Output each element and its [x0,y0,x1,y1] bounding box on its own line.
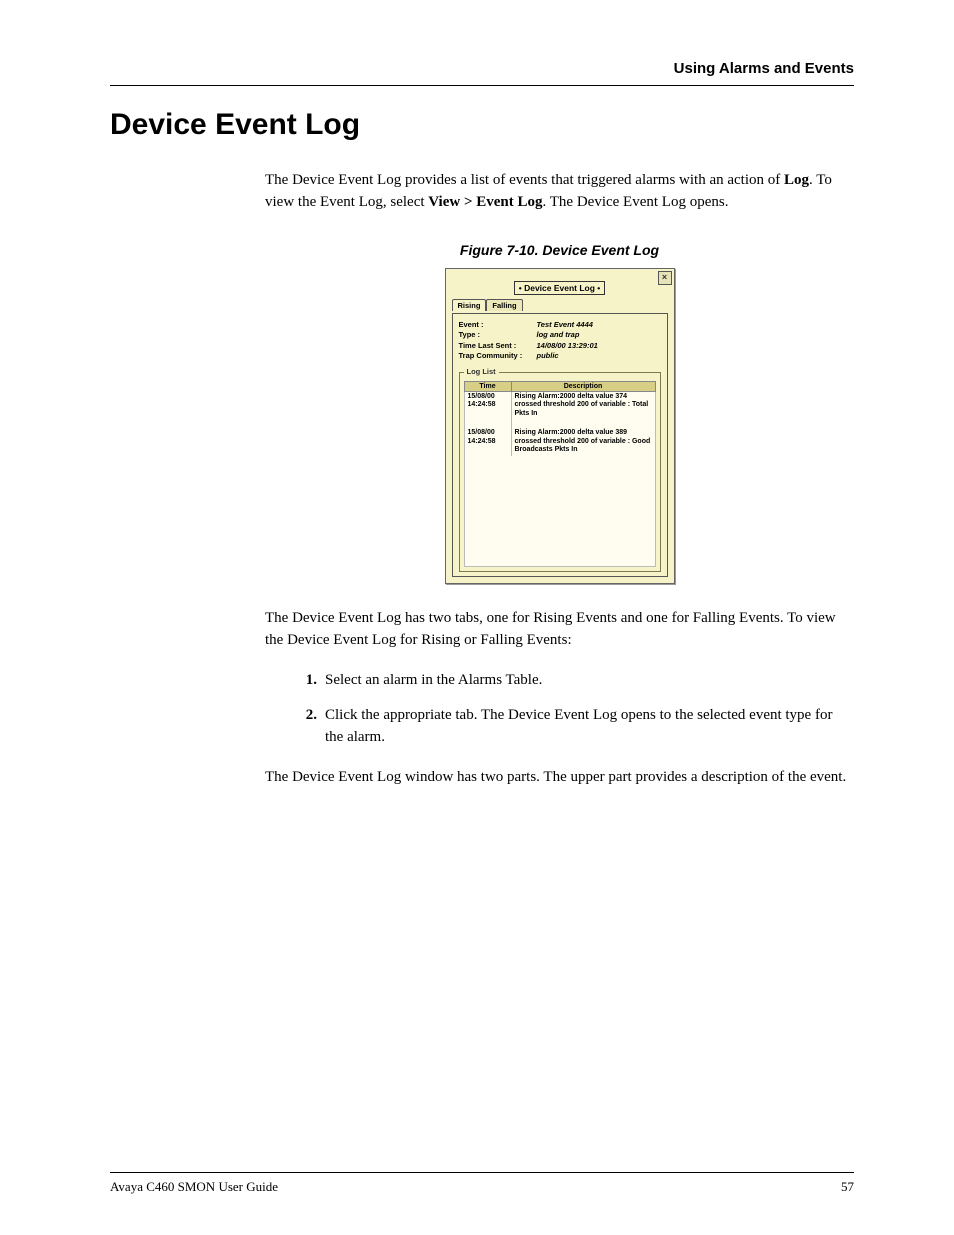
table-row: 15/08/00 14:24:58 Rising Alarm:2000 delt… [464,428,655,456]
row0-date: 15/08/00 [468,393,495,400]
col-time: Time [464,381,511,391]
figure-image: × • Device Event Log • Rising Falling Ev… [265,268,854,585]
log-table: Time Description 15/08/00 14:24:58 [464,381,656,457]
event-label: Event : [459,320,537,331]
page-header-section: Using Alarms and Events [110,60,854,77]
row1-date: 15/08/00 [468,429,495,436]
section-heading: Device Event Log [110,108,854,142]
intro-text-a: The Device Event Log provides a list of … [265,172,784,188]
footer-doc-title: Avaya C460 SMON User Guide [110,1179,278,1195]
step-2-text: Click the appropriate tab. The Device Ev… [325,705,854,749]
row0-desc: Rising Alarm:2000 delta value 374 crosse… [511,391,655,420]
row1-desc: Rising Alarm:2000 delta value 389 crosse… [511,428,655,456]
col-description: Description [511,381,655,391]
type-value: log and trap [537,330,580,341]
log-list-frame: Log List Time Description [459,372,661,573]
tab-panel: Event :Test Event 4444 Type :log and tra… [452,313,668,578]
header-rule [110,85,854,86]
log-empty-area [464,456,656,567]
intro-bold-log: Log [784,172,809,188]
time-last-sent-value: 14/08/00 13:29:01 [537,341,598,352]
intro-text-e: . The Device Event Log opens. [543,194,729,210]
closing-paragraph: The Device Event Log window has two part… [265,767,854,789]
step-1-text: Select an alarm in the Alarms Table. [325,670,542,692]
trap-community-value: public [537,351,559,362]
step-number-2: 2. [293,705,317,749]
table-spacer [464,420,655,428]
numbered-steps: 1. Select an alarm in the Alarms Table. … [265,670,854,749]
figure-caption: Figure 7-10. Device Event Log [265,242,854,258]
dialog-title: • Device Event Log • [514,281,606,295]
intro-paragraph: The Device Event Log provides a list of … [265,170,854,214]
tab-rising[interactable]: Rising [452,299,487,311]
time-last-sent-label: Time Last Sent : [459,341,537,352]
page-footer: Avaya C460 SMON User Guide 57 [110,1172,854,1195]
dialog-title-wrap: • Device Event Log • [452,283,668,293]
trap-community-label: Trap Community : [459,351,537,362]
list-item: 1. Select an alarm in the Alarms Table. [293,670,854,692]
table-row: 15/08/00 14:24:58 Rising Alarm:2000 delt… [464,391,655,420]
log-list-legend: Log List [464,367,499,376]
close-icon[interactable]: × [658,271,672,285]
intro-bold-menu: View > Event Log [428,194,542,210]
list-item: 2. Click the appropriate tab. The Device… [293,705,854,749]
event-value: Test Event 4444 [537,320,593,331]
tabs-explanation: The Device Event Log has two tabs, one f… [265,608,854,652]
footer-page-number: 57 [841,1179,854,1195]
step-number-1: 1. [293,670,317,692]
row0-time: 14:24:58 [468,401,496,408]
dialog-tabs: Rising Falling [452,299,668,311]
type-label: Type : [459,330,537,341]
row1-time: 14:24:58 [468,438,496,445]
tab-falling[interactable]: Falling [486,299,522,311]
footer-rule [110,1172,854,1173]
device-event-log-dialog: × • Device Event Log • Rising Falling Ev… [445,268,675,585]
